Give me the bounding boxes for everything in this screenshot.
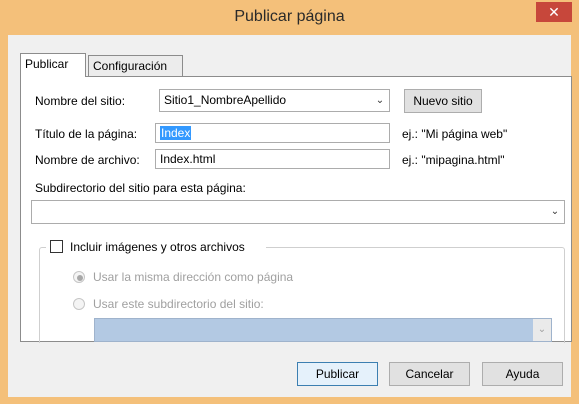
tab-publicar[interactable]: Publicar xyxy=(20,53,86,77)
radio-same-address[interactable] xyxy=(73,271,85,283)
cancel-button[interactable]: Cancelar xyxy=(389,362,470,386)
include-files-checkbox[interactable] xyxy=(50,240,63,253)
close-button[interactable]: ✕ xyxy=(536,2,572,22)
site-name-value: Sitio1_NombreApellido xyxy=(164,93,287,107)
site-name-label: Nombre del sitio: xyxy=(35,94,126,108)
file-name-value: Index.html xyxy=(160,152,216,166)
page-title-value: Index xyxy=(160,126,192,140)
tab-configuracion[interactable]: Configuración xyxy=(88,55,183,77)
new-site-button[interactable]: Nuevo sitio xyxy=(404,89,482,113)
site-name-dropdown[interactable]: Sitio1_NombreApellido ⌄ xyxy=(159,89,390,112)
page-title-input[interactable]: Index xyxy=(155,123,390,143)
subdir-combobox[interactable]: ⌄ xyxy=(31,200,565,224)
include-files-label: Incluir imágenes y otros archivos xyxy=(70,240,245,254)
chevron-down-icon: ⌄ xyxy=(375,95,385,106)
file-name-hint: ej.: "mipagina.html" xyxy=(402,153,505,167)
page-title-hint: ej.: "Mi página web" xyxy=(402,127,508,141)
chevron-down-icon: ⌄ xyxy=(550,206,560,217)
file-name-label: Nombre de archivo: xyxy=(35,153,140,167)
radio-use-subdir-label: Usar este subdirectorio del sitio: xyxy=(93,297,264,311)
radio-use-subdir[interactable] xyxy=(73,298,85,310)
chevron-down-icon: ⌄ xyxy=(533,319,551,341)
page-title-label: Título de la página: xyxy=(35,127,138,141)
include-subdir-combobox[interactable]: ⌄ xyxy=(94,318,552,342)
radio-same-address-label: Usar la misma dirección como página xyxy=(93,270,294,284)
subdir-label: Subdirectorio del sitio para esta página… xyxy=(35,181,246,195)
file-name-input[interactable]: Index.html xyxy=(155,149,390,169)
radio-selected-dot xyxy=(77,275,83,281)
publish-button[interactable]: Publicar xyxy=(297,362,378,386)
window-title: Publicar página xyxy=(234,8,345,25)
help-button[interactable]: Ayuda xyxy=(482,362,563,386)
close-icon: ✕ xyxy=(548,4,560,20)
